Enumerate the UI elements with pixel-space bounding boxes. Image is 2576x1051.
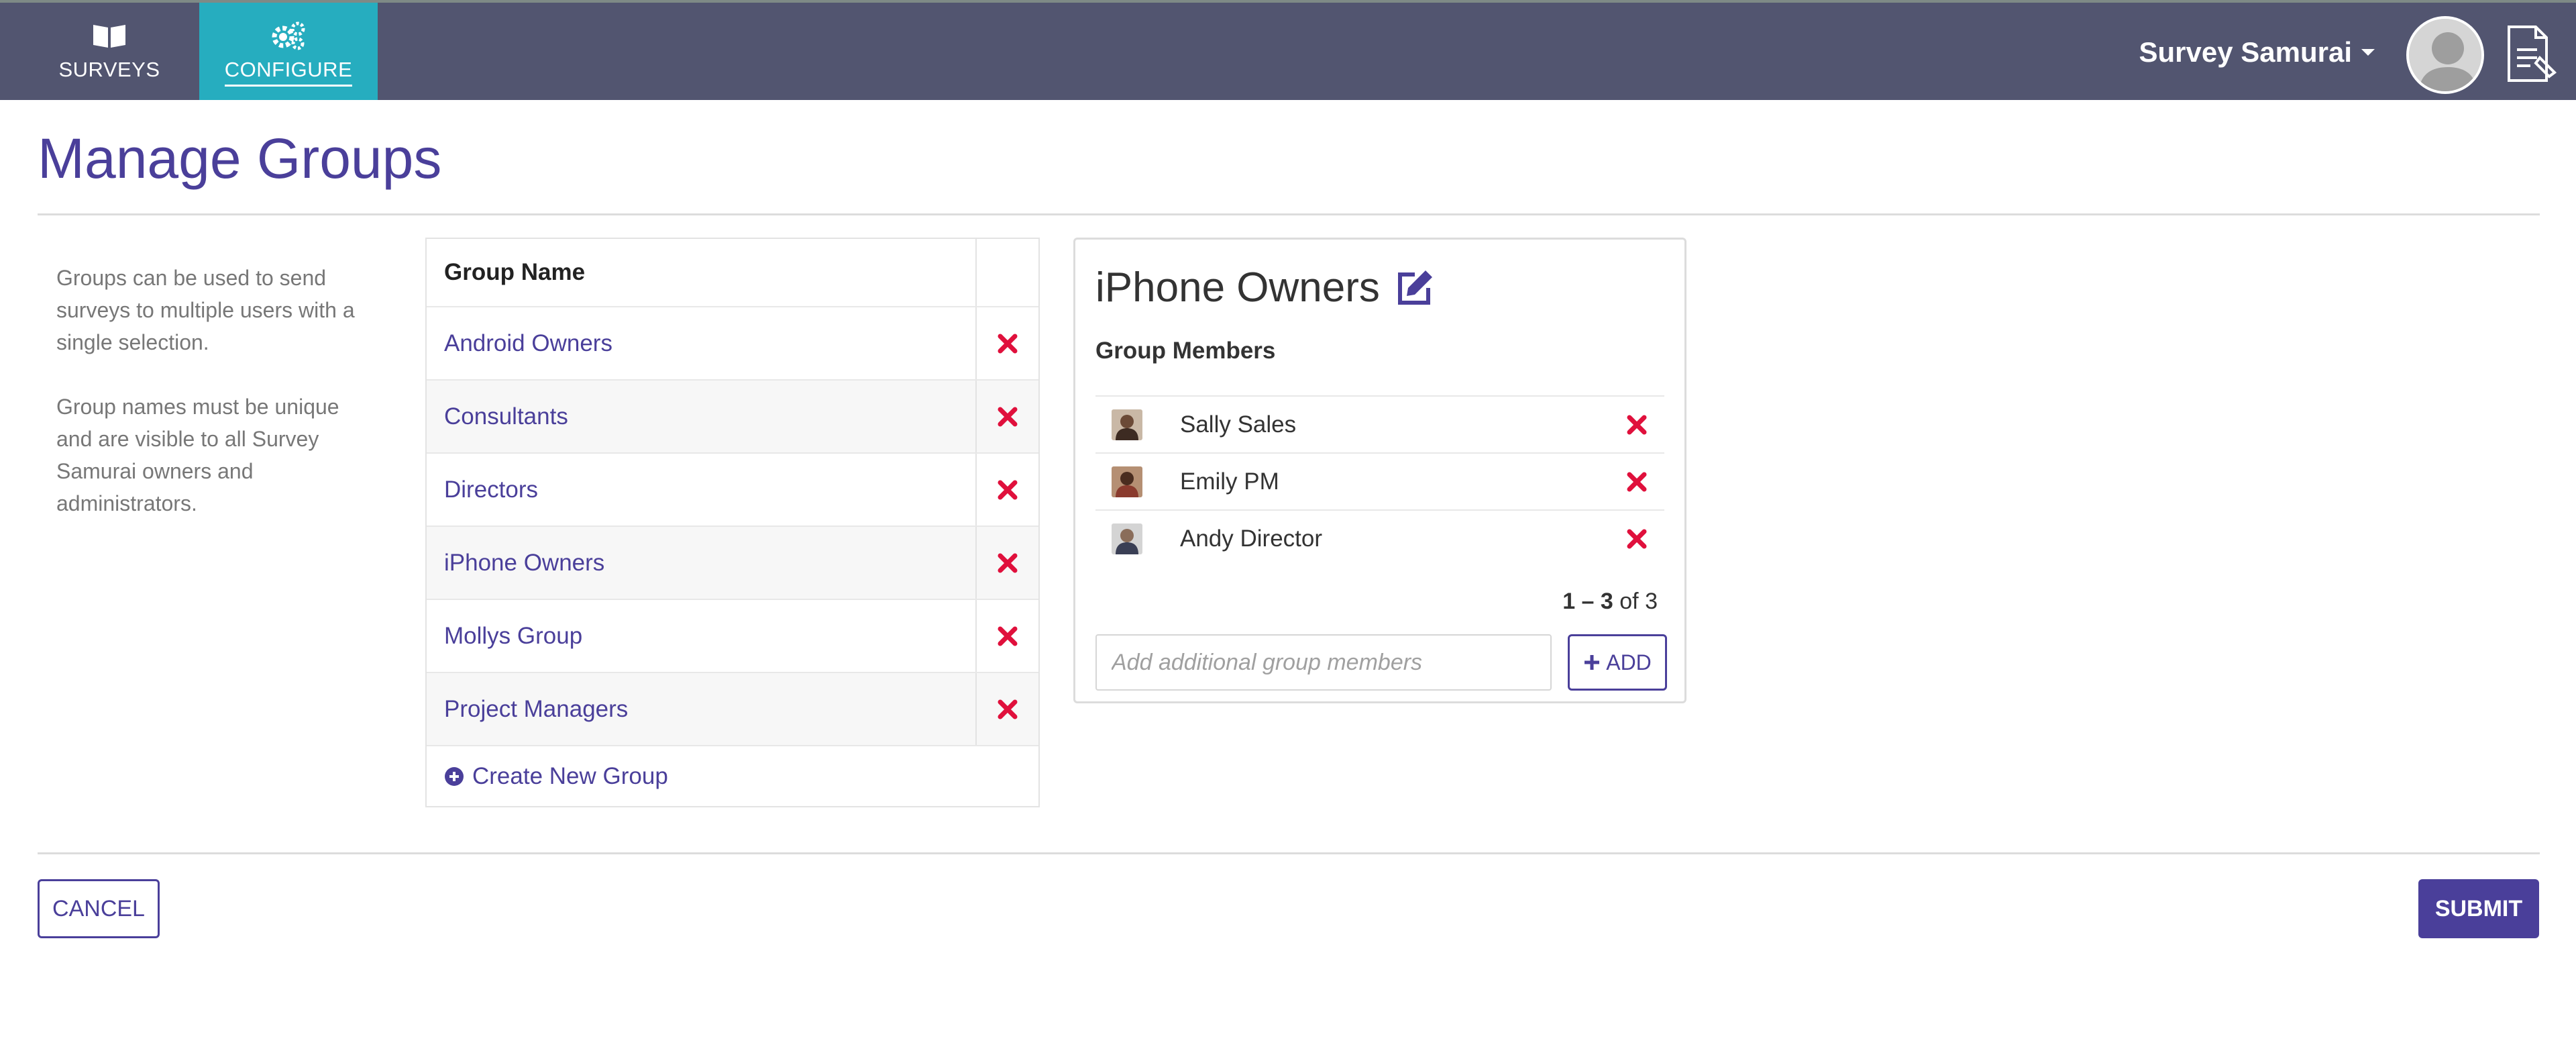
list-item: Emily PM <box>1095 452 1664 509</box>
member-avatar <box>1112 409 1142 440</box>
tab-configure[interactable]: CONFIGURE <box>199 3 378 100</box>
user-menu-toggle[interactable]: Survey Samurai <box>2139 36 2375 68</box>
create-new-group-link[interactable]: Create New Group <box>427 745 1038 806</box>
edit-icon[interactable] <box>1395 268 1435 308</box>
caret-down-icon <box>2361 49 2375 56</box>
group-link[interactable]: Android Owners <box>427 330 975 357</box>
delete-x-icon[interactable] <box>996 698 1019 721</box>
group-link[interactable]: Project Managers <box>427 696 975 723</box>
delete-x-icon[interactable] <box>996 332 1019 355</box>
table-row: Directors <box>427 452 1038 526</box>
user-name: Survey Samurai <box>2139 36 2352 68</box>
submit-button[interactable]: SUBMIT <box>2418 879 2539 938</box>
group-title-text: iPhone Owners <box>1095 264 1380 311</box>
person-photo-icon <box>1112 409 1142 440</box>
row-action-cell <box>975 600 1038 672</box>
group-link[interactable]: Consultants <box>427 403 975 430</box>
add-members-input[interactable] <box>1095 634 1552 691</box>
remove-member-x-icon[interactable] <box>1625 528 1648 550</box>
remove-member-x-icon[interactable] <box>1625 470 1648 493</box>
row-action-cell <box>975 527 1038 599</box>
row-action-cell <box>975 381 1038 452</box>
delete-x-icon[interactable] <box>996 479 1019 501</box>
member-avatar <box>1112 523 1142 554</box>
list-item: Sally Sales <box>1095 395 1664 452</box>
table-row: Consultants <box>427 379 1038 452</box>
table-row: Android Owners <box>427 306 1038 379</box>
table-header-row: Group Name <box>427 239 1038 306</box>
members-list: Sally Sales Emily PM Andy Director <box>1095 395 1664 566</box>
member-name: Sally Sales <box>1180 411 1297 438</box>
group-detail-panel: iPhone Owners Group Members Sally Sales <box>1073 238 1686 703</box>
table-row: Mollys Group <box>427 599 1038 672</box>
table-row: iPhone Owners <box>427 526 1038 599</box>
footer-divider <box>38 852 2540 854</box>
plus-icon <box>1585 655 1600 670</box>
group-link[interactable]: Mollys Group <box>427 623 975 650</box>
description-paragraph: Groups can be used to send surveys to mu… <box>56 266 355 354</box>
delete-x-icon[interactable] <box>996 552 1019 574</box>
table-row: Project Managers <box>427 672 1038 745</box>
pagination-range: 1 – 3 <box>1562 589 1613 614</box>
person-photo-icon <box>1112 523 1142 554</box>
group-title: iPhone Owners <box>1095 264 1435 311</box>
tab-configure-label: CONFIGURE <box>224 58 353 87</box>
person-photo-icon <box>1112 466 1142 497</box>
actions-header <box>975 239 1038 306</box>
gears-icon <box>268 20 309 51</box>
list-item: Andy Director <box>1095 509 1664 566</box>
cancel-button[interactable]: CANCEL <box>38 879 160 938</box>
pagination-info: 1 – 3 of 3 <box>1562 589 1658 615</box>
description: Groups can be used to send surveys to mu… <box>56 262 372 519</box>
title-divider <box>38 213 2540 215</box>
delete-x-icon[interactable] <box>996 625 1019 648</box>
add-member-button[interactable]: ADD <box>1568 634 1667 691</box>
delete-x-icon[interactable] <box>996 405 1019 428</box>
tab-surveys[interactable]: SURVEYS <box>34 3 185 100</box>
page-title: Manage Groups <box>38 127 442 190</box>
member-name: Emily PM <box>1180 468 1279 495</box>
member-name: Andy Director <box>1180 525 1323 552</box>
tab-surveys-label: SURVEYS <box>58 58 160 81</box>
row-action-cell <box>975 454 1038 526</box>
top-nav-bar: SURVEYS CONFIGURE Survey Samurai <box>0 0 2576 100</box>
pagination-of: of <box>1619 589 1639 614</box>
pagination-total: 3 <box>1645 589 1658 614</box>
row-action-cell <box>975 673 1038 745</box>
create-new-group-label: Create New Group <box>472 762 668 789</box>
document-icon[interactable] <box>2502 23 2559 85</box>
book-icon <box>89 20 129 51</box>
group-link[interactable]: Directors <box>427 477 975 503</box>
group-name-header: Group Name <box>444 259 586 285</box>
row-action-cell <box>975 307 1038 379</box>
group-members-label: Group Members <box>1095 338 1276 364</box>
plus-circle-icon <box>445 766 464 786</box>
groups-table: Group Name Android Owners Consultants Di… <box>425 238 1040 807</box>
person-silhouette-icon <box>2409 19 2481 91</box>
add-member-label: ADD <box>1606 650 1652 674</box>
user-avatar[interactable] <box>2406 16 2484 94</box>
description-paragraph: Group names must be unique and are visib… <box>56 395 339 515</box>
member-avatar <box>1112 466 1142 497</box>
group-link[interactable]: iPhone Owners <box>427 550 975 577</box>
remove-member-x-icon[interactable] <box>1625 413 1648 436</box>
